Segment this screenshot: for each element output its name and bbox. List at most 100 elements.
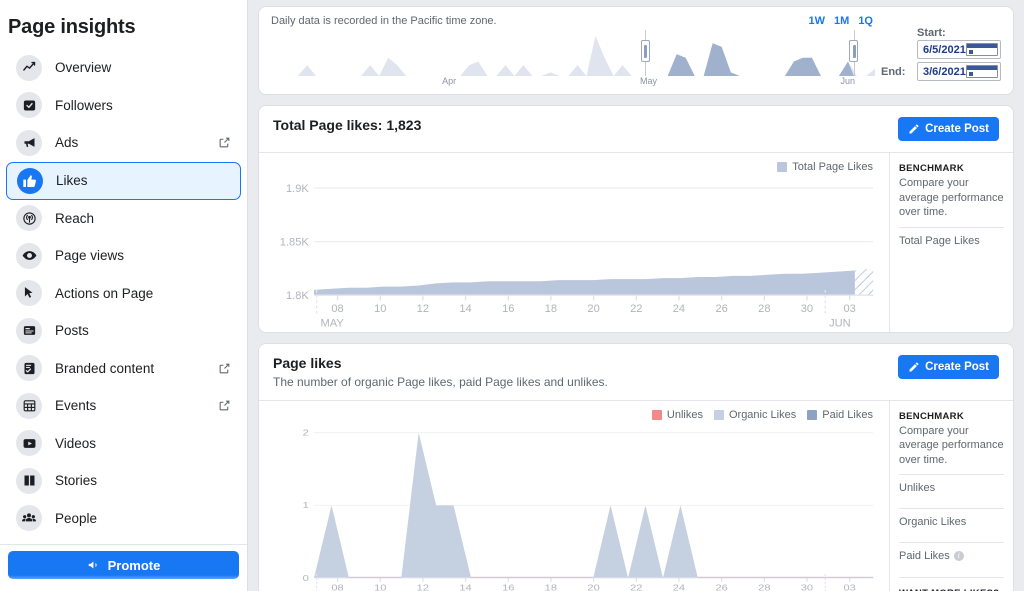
cursor-icon: [16, 280, 42, 307]
range-handle-start[interactable]: [640, 40, 650, 62]
x-tick-label: 18: [545, 584, 557, 591]
pencil-icon: [909, 124, 919, 134]
page-likes-title: Page likes: [273, 354, 342, 371]
series-area: [314, 270, 855, 296]
people-icon: [16, 505, 42, 532]
y-tick-label: 0: [303, 574, 310, 583]
x-month-label: JUN: [829, 318, 851, 330]
range-preset-1m[interactable]: 1M: [834, 15, 849, 27]
sidebar-item-page-views[interactable]: Page views: [6, 237, 241, 275]
sidebar-nav-list: Overview Followers Ads Likes Reach Page views…: [0, 49, 247, 544]
benchmark-row-label: Total Page Likes: [899, 234, 980, 247]
x-tick-label: 16: [502, 303, 514, 315]
legend-item[interactable]: Organic Likes: [713, 408, 797, 421]
sidebar-item-label: People: [55, 510, 98, 526]
reach-icon: [16, 205, 42, 232]
x-tick-label: 08: [331, 303, 343, 315]
x-tick-label: 03: [843, 303, 855, 315]
info-icon[interactable]: i: [953, 551, 964, 562]
mini-timeline-month-labels: Apr May Jun: [271, 76, 875, 88]
total-page-likes-benchmark: BENCHMARK Compare your average performan…: [889, 153, 1013, 332]
x-month-label: MAY: [321, 318, 345, 330]
benchmark-row-label: Paid Likes: [899, 550, 950, 563]
main-content: Daily data is recorded in the Pacific ti…: [248, 0, 1024, 591]
sidebar-item-posts[interactable]: Posts: [6, 312, 241, 350]
promote-button[interactable]: Promote: [8, 551, 239, 579]
calendar-icon[interactable]: [965, 65, 998, 78]
range-preset-1w[interactable]: 1W: [809, 15, 826, 27]
total-page-likes-header: Total Page likes: 1,823 Create Post: [259, 106, 1013, 153]
benchmark-row[interactable]: Organic Likes: [899, 508, 1004, 535]
mini-timeline-chart[interactable]: Apr May Jun: [271, 30, 875, 88]
mini-timeline-area-outside: [271, 36, 875, 76]
page-insights-app: Page insights Overview Followers Ads Likes R…: [0, 0, 1024, 591]
sidebar-item-label: Videos: [55, 435, 97, 451]
want-more-likes-box: WANT MORE LIKES? Create an ad to get mor…: [899, 577, 1004, 591]
start-date-label: Start:: [917, 27, 946, 39]
calendar-icon[interactable]: [965, 43, 998, 56]
benchmark-rows: Unlikes Organic Likes Paid Likes i: [899, 474, 1004, 569]
x-tick-label: 08: [331, 584, 343, 591]
legend-swatch: [777, 162, 788, 172]
sidebar-item-label: Page views: [55, 248, 125, 264]
range-preset-1q[interactable]: 1Q: [858, 15, 873, 27]
start-date-input[interactable]: 6/5/2021: [917, 40, 1001, 59]
total-page-likes-header-text: Total Page likes: 1,823: [273, 117, 898, 133]
y-tick-label: 1: [303, 501, 309, 510]
benchmark-row[interactable]: Total Page Likes: [899, 226, 1004, 254]
x-tick-label: 26: [715, 303, 727, 315]
x-tick-label: 28: [758, 303, 770, 315]
total-page-likes-chart-area: Total Page Likes 1.8K 1.85K 1.9K 08 10 12 14 16…: [259, 153, 889, 332]
end-date-row: End: 3/6/2021: [881, 62, 1001, 81]
create-post-button[interactable]: Create Post: [898, 117, 999, 141]
sidebar-item-overview[interactable]: Overview: [6, 49, 241, 87]
video-play-icon: [16, 430, 42, 457]
sidebar-item-people[interactable]: People: [6, 500, 241, 538]
legend-label: Organic Likes: [728, 408, 797, 421]
page-likes-benchmark: BENCHMARK Compare your average performan…: [889, 400, 1013, 591]
x-tick-label: 30: [801, 303, 813, 315]
sidebar-item-reach[interactable]: Reach: [6, 200, 241, 238]
legend-item[interactable]: Unlikes: [651, 409, 703, 421]
sidebar-item-events[interactable]: Events: [6, 387, 241, 425]
total-page-likes-plot[interactable]: 1.8K 1.85K 1.9K 08 10 12 14 16 18 20 22 24 26 28 30 03 M…: [267, 175, 881, 332]
date-range-body: Apr May Jun Start: 6/5/2021 End: 3/6/202…: [271, 27, 1001, 88]
x-tick-label: 12: [417, 303, 429, 315]
end-date-input[interactable]: 3/6/2021: [917, 62, 1001, 81]
total-page-likes-title: Total Page likes: 1,823: [273, 117, 422, 133]
sidebar-item-likes[interactable]: Likes: [6, 161, 241, 200]
legend-item[interactable]: Paid Likes: [807, 409, 873, 421]
mini-month-label: Apr: [442, 76, 457, 86]
create-post-button[interactable]: Create Post: [898, 354, 999, 379]
start-date-value: 6/5/2021: [923, 43, 966, 56]
sidebar-item-ads[interactable]: Ads: [6, 124, 241, 162]
benchmark-description: Compare your average performance over ti…: [899, 424, 1004, 466]
branded-content-icon: [16, 355, 42, 382]
external-link-icon[interactable]: [218, 399, 231, 412]
legend-swatch: [713, 409, 724, 420]
sidebar-item-followers[interactable]: Followers: [6, 87, 241, 125]
pencil-icon: [909, 362, 919, 372]
mini-timeline-svg: [271, 36, 875, 76]
page-likes-plot[interactable]: 01208101214161820222426283003MAYJUN: [267, 423, 881, 591]
external-link-icon[interactable]: [218, 362, 231, 375]
x-tick-label: 16: [502, 584, 514, 591]
sidebar-item-branded-content[interactable]: Branded content: [6, 350, 241, 388]
x-tick-label: 30: [801, 584, 814, 591]
benchmark-row[interactable]: Unlikes: [899, 474, 1004, 501]
legend-item[interactable]: Total Page Likes: [777, 161, 873, 173]
y-tick-label: 1.9K: [286, 183, 309, 195]
benchmark-row[interactable]: Paid Likes i: [899, 542, 1004, 569]
start-date-row: 6/5/2021: [881, 40, 1001, 59]
sidebar-item-actions-on-page[interactable]: Actions on Page: [6, 275, 241, 313]
end-date-value: 3/6/2021: [923, 65, 966, 78]
external-link-icon[interactable]: [218, 136, 231, 149]
x-tick-label: 12: [417, 584, 429, 591]
sidebar-item-videos[interactable]: Videos: [6, 425, 241, 463]
sidebar-item-stories[interactable]: Stories: [6, 462, 241, 500]
sidebar-footer: Promote: [0, 544, 247, 591]
page-likes-header-text: Page likes The number of organic Page li…: [273, 355, 898, 389]
x-tick-label: 03: [843, 584, 855, 591]
range-handle-end[interactable]: [849, 40, 859, 62]
projection-hatch: [854, 267, 874, 296]
